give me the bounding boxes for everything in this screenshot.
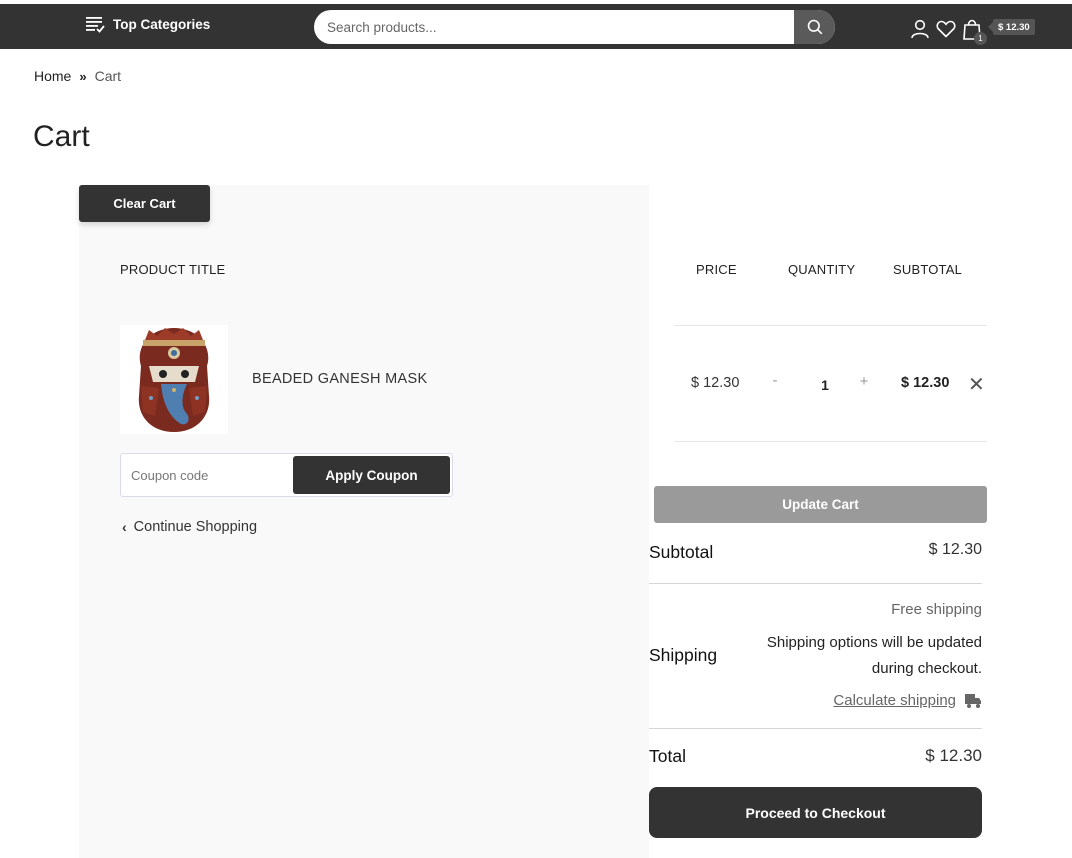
breadcrumb-current: Cart: [94, 68, 122, 84]
quantity-decrease-button[interactable]: -: [769, 372, 781, 389]
clear-cart-button[interactable]: Clear Cart: [79, 185, 210, 222]
calculate-shipping-label: Calculate shipping: [833, 692, 956, 709]
shipping-label: Shipping: [649, 645, 718, 665]
coupon-form: Apply Coupon: [120, 453, 453, 497]
menu-list-icon: [86, 17, 105, 33]
shipping-method: Free shipping: [891, 601, 982, 618]
shipping-note: Shipping options will be updated during …: [766, 634, 982, 677]
totals-divider-1: [649, 583, 982, 584]
breadcrumb: Home » Cart: [34, 68, 121, 84]
product-thumbnail[interactable]: [120, 325, 228, 434]
column-header-subtotal: SUBTOTAL: [893, 262, 963, 277]
user-icon: [911, 19, 929, 39]
continue-shopping-link[interactable]: ‹ Continue Shopping: [122, 519, 257, 535]
wishlist-button[interactable]: [934, 18, 958, 40]
search-bar: [314, 10, 835, 44]
subtotal-label: Subtotal: [649, 542, 714, 562]
calculate-shipping-link[interactable]: Calculate shipping: [833, 692, 982, 709]
top-header-bar: Top Categories 1: [0, 4, 1072, 49]
coupon-code-input[interactable]: [122, 455, 292, 495]
truck-icon: [965, 693, 981, 708]
cart-total-badge[interactable]: $ 12.30: [988, 19, 1035, 35]
search-icon: [807, 19, 822, 35]
quantity-input[interactable]: 1: [815, 377, 835, 393]
row-divider-bottom: [674, 441, 987, 442]
total-label: Total: [649, 746, 686, 766]
column-header-price: PRICE: [696, 262, 737, 277]
apply-coupon-button[interactable]: Apply Coupon: [293, 456, 450, 494]
product-name-link[interactable]: BEADED GANESH MASK: [252, 371, 427, 387]
account-button[interactable]: [908, 18, 932, 40]
proceed-to-checkout-button[interactable]: Proceed to Checkout: [649, 787, 982, 838]
remove-item-button[interactable]: ✕: [968, 372, 985, 397]
search-button[interactable]: [794, 10, 835, 44]
heart-icon: [936, 20, 956, 38]
product-subtotal: $ 12.30: [901, 375, 950, 391]
subtotal-value: $ 12.30: [928, 541, 982, 558]
column-header-quantity: QUANTITY: [788, 262, 856, 277]
product-price: $ 12.30: [691, 375, 740, 391]
top-categories-label: Top Categories: [113, 17, 211, 32]
top-categories-menu[interactable]: Top Categories: [86, 16, 210, 33]
page-title: Cart: [33, 120, 90, 153]
update-cart-button[interactable]: Update Cart: [654, 486, 987, 523]
row-divider-top: [674, 325, 987, 326]
column-header-product: PRODUCT TITLE: [120, 262, 226, 277]
continue-shopping-label: Continue Shopping: [133, 519, 258, 535]
breadcrumb-home-link[interactable]: Home: [34, 68, 71, 84]
ganesh-mask-image: [138, 327, 210, 432]
cart-count-badge: 1: [974, 32, 987, 45]
search-input[interactable]: [314, 10, 794, 44]
total-value: $ 12.30: [925, 746, 982, 765]
quantity-increase-button[interactable]: +: [857, 373, 871, 390]
breadcrumb-separator: »: [79, 68, 87, 84]
totals-divider-2: [649, 728, 982, 729]
chevron-left-icon: ‹: [122, 519, 127, 535]
